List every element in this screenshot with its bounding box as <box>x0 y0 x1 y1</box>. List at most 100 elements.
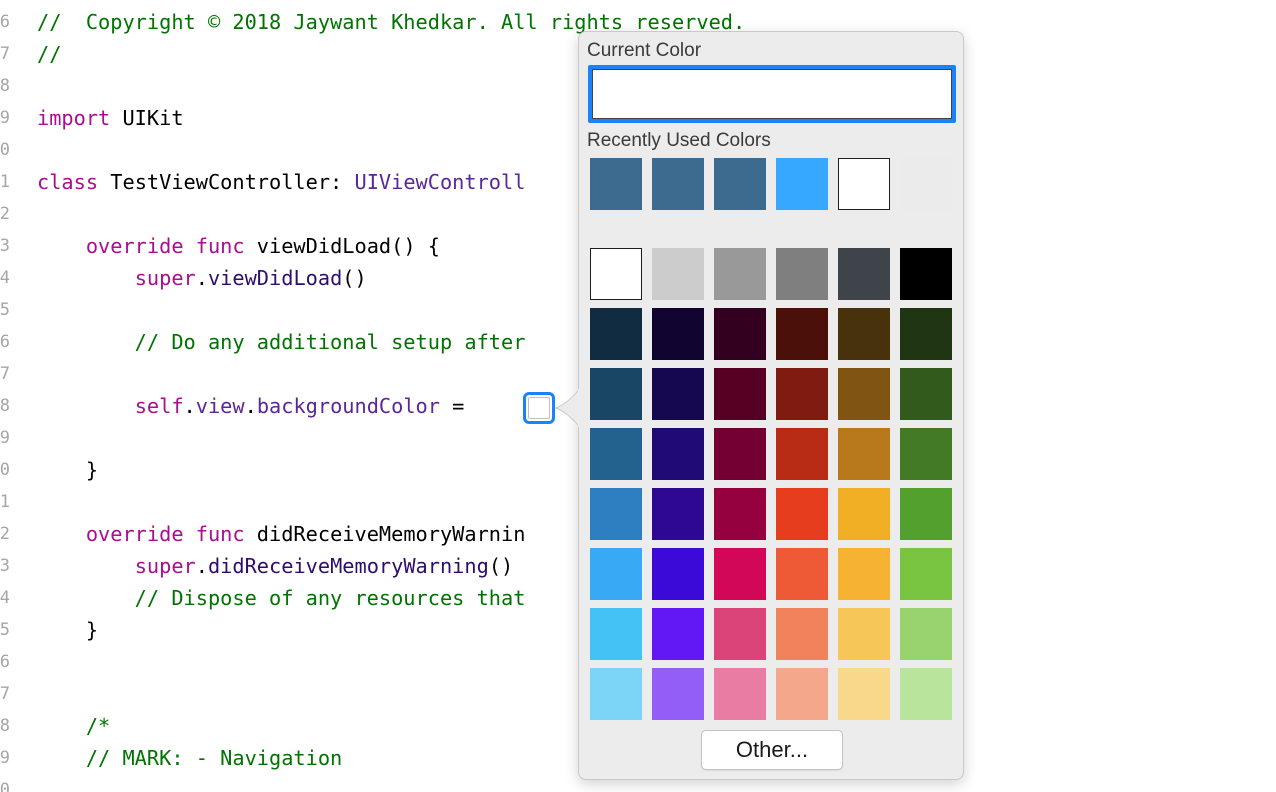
code-token: . <box>183 394 196 418</box>
code-token: . <box>244 394 257 418</box>
line-number: 6 <box>0 12 10 32</box>
recent-color-swatch[interactable] <box>590 158 642 210</box>
palette-color-swatch[interactable] <box>714 428 766 480</box>
line-number: 4 <box>0 268 10 288</box>
other-colors-button[interactable]: Other... <box>701 730 843 770</box>
line-number: 5 <box>0 620 10 640</box>
palette-color-swatch[interactable] <box>590 488 642 540</box>
palette-color-swatch[interactable] <box>900 248 952 300</box>
palette-color-swatch[interactable] <box>714 608 766 660</box>
line-number: 9 <box>0 748 10 768</box>
current-color-well[interactable] <box>588 65 956 123</box>
code-text: } <box>37 458 98 482</box>
palette-color-swatch[interactable] <box>714 668 766 720</box>
palette-color-swatch[interactable] <box>838 248 890 300</box>
palette-color-swatch[interactable] <box>776 308 828 360</box>
palette-color-swatch[interactable] <box>652 308 704 360</box>
code-line: 0 <box>0 778 1276 792</box>
recent-color-swatch[interactable] <box>900 158 952 210</box>
line-number: 8 <box>0 396 10 416</box>
code-token: didReceiveMemoryWarnin <box>244 522 526 546</box>
palette-color-swatch[interactable] <box>900 488 952 540</box>
palette-color-swatch[interactable] <box>776 668 828 720</box>
recent-color-swatch[interactable] <box>652 158 704 210</box>
palette-color-swatch[interactable] <box>776 248 828 300</box>
line-number: 4 <box>0 588 10 608</box>
palette-color-swatch[interactable] <box>652 428 704 480</box>
line-number: 5 <box>0 300 10 320</box>
recent-color-swatch[interactable] <box>838 158 890 210</box>
palette-color-swatch[interactable] <box>900 548 952 600</box>
palette-color-swatch[interactable] <box>900 428 952 480</box>
palette-color-swatch[interactable] <box>714 488 766 540</box>
code-token: // MARK: - Navigation <box>37 746 343 770</box>
code-token: // Do any additional setup after <box>37 330 526 354</box>
palette-color-swatch[interactable] <box>652 608 704 660</box>
palette-color-swatch[interactable] <box>776 608 828 660</box>
code-token: . <box>195 266 208 290</box>
code-text: class TestViewController: UIViewControll <box>37 170 525 194</box>
line-number: 9 <box>0 428 10 448</box>
code-token: // <box>37 42 62 66</box>
palette-color-swatch[interactable] <box>714 248 766 300</box>
palette-color-swatch[interactable] <box>838 668 890 720</box>
line-number: 6 <box>0 332 10 352</box>
palette-color-swatch[interactable] <box>590 248 642 300</box>
palette-color-swatch[interactable] <box>900 308 952 360</box>
palette-color-swatch[interactable] <box>900 608 952 660</box>
palette-color-swatch[interactable] <box>590 668 642 720</box>
code-token: view <box>195 394 245 418</box>
code-token: UIViewControll <box>354 170 526 194</box>
code-token: super <box>134 554 196 578</box>
code-text: override func viewDidLoad() { <box>37 234 440 258</box>
palette-color-swatch[interactable] <box>714 308 766 360</box>
palette-color-swatch[interactable] <box>590 368 642 420</box>
code-text: // Dispose of any resources that <box>37 586 526 610</box>
palette-color-swatch[interactable] <box>838 488 890 540</box>
line-number: 1 <box>0 172 10 192</box>
palette-color-swatch[interactable] <box>838 308 890 360</box>
line-number: 3 <box>0 236 10 256</box>
color-picker-popover: Current Color Recently Used Colors Other… <box>578 31 964 780</box>
code-text: super.didReceiveMemoryWarning() <box>37 554 514 578</box>
code-text: // <box>37 42 61 66</box>
line-number: 2 <box>0 524 10 544</box>
palette-color-swatch[interactable] <box>590 608 642 660</box>
code-text: } <box>37 618 98 642</box>
palette-color-swatch[interactable] <box>652 368 704 420</box>
palette-color-swatch[interactable] <box>652 488 704 540</box>
line-number: 6 <box>0 652 10 672</box>
color-literal-swatch[interactable] <box>523 392 555 424</box>
palette-color-swatch[interactable] <box>652 548 704 600</box>
code-token: // Dispose of any resources that <box>37 586 526 610</box>
palette-color-swatch[interactable] <box>590 428 642 480</box>
palette-color-swatch[interactable] <box>776 488 828 540</box>
palette-color-swatch[interactable] <box>714 368 766 420</box>
palette-color-swatch[interactable] <box>838 428 890 480</box>
palette-color-swatch[interactable] <box>776 428 828 480</box>
palette-color-swatch[interactable] <box>714 548 766 600</box>
palette-color-swatch[interactable] <box>776 548 828 600</box>
palette-color-swatch[interactable] <box>900 368 952 420</box>
code-token: class <box>37 170 99 194</box>
code-token: TestViewController: <box>98 170 355 194</box>
code-token: () <box>488 554 514 578</box>
line-number: 0 <box>0 140 10 160</box>
palette-color-swatch[interactable] <box>652 668 704 720</box>
palette-color-swatch[interactable] <box>590 308 642 360</box>
palette-color-swatch[interactable] <box>590 548 642 600</box>
palette-color-swatch[interactable] <box>838 548 890 600</box>
palette-color-swatch[interactable] <box>838 368 890 420</box>
recent-color-swatch[interactable] <box>776 158 828 210</box>
line-number: 1 <box>0 492 10 512</box>
palette-color-swatch[interactable] <box>900 668 952 720</box>
palette-color-swatch[interactable] <box>838 608 890 660</box>
recent-color-swatch[interactable] <box>714 158 766 210</box>
palette-color-swatch[interactable] <box>652 248 704 300</box>
palette-color-swatch[interactable] <box>776 368 828 420</box>
line-number: 8 <box>0 76 10 96</box>
